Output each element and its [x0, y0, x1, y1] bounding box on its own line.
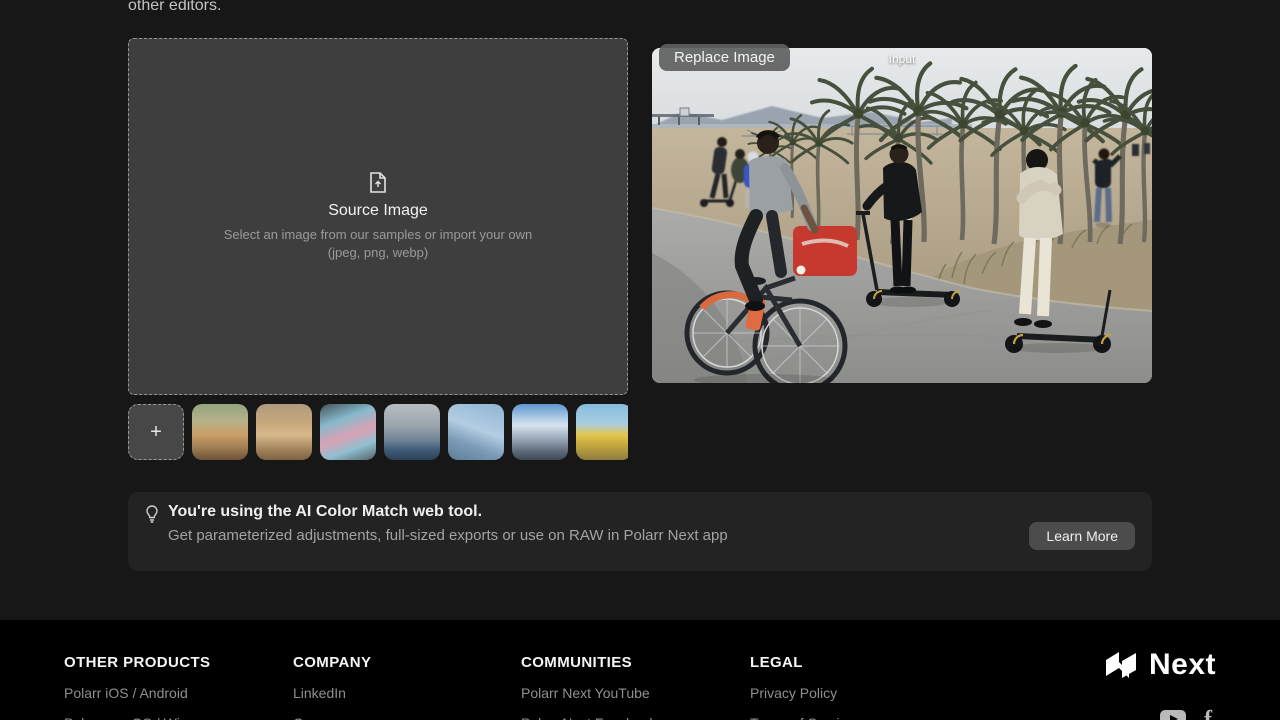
learn-more-button[interactable]: Learn More: [1029, 522, 1135, 550]
lightbulb-icon: [145, 505, 159, 523]
youtube-icon[interactable]: [1160, 710, 1186, 720]
footer-column-company: COMPANY LinkedIn Careers: [293, 654, 371, 720]
footer-column-legal: LEGAL Privacy Policy Terms of Service: [750, 654, 854, 720]
replace-image-button[interactable]: Replace Image: [659, 44, 790, 71]
footer-link-polarr-ios-android[interactable]: Polarr iOS / Android: [64, 685, 210, 701]
banner-title: You're using the AI Color Match web tool…: [168, 503, 482, 521]
sample-thumbnail-castle[interactable]: [512, 404, 568, 460]
footer-link-terms-of-service[interactable]: Terms of Service: [750, 715, 854, 720]
polarr-next-logo-mark: [1105, 651, 1139, 679]
source-image-dropzone[interactable]: Source Image Select an image from our sa…: [128, 38, 628, 395]
footer-header: OTHER PRODUCTS: [64, 654, 210, 671]
footer-column-other-products: OTHER PRODUCTS Polarr iOS / Android Pola…: [64, 654, 210, 720]
plus-icon: +: [150, 421, 162, 444]
facebook-icon[interactable]: f: [1204, 708, 1216, 720]
footer-column-communities: COMMUNITIES Polarr Next YouTube Polarr N…: [521, 654, 656, 720]
sample-thumbnail-street[interactable]: [256, 404, 312, 460]
footer-link-privacy-policy[interactable]: Privacy Policy: [750, 685, 854, 701]
sample-thumbnail-harbor[interactable]: [384, 404, 440, 460]
sample-thumbnail-strip: +: [128, 404, 628, 460]
source-image-subtitle: Select an image from our samples or impo…: [224, 226, 533, 262]
intro-text-fragment: other editors.: [128, 0, 221, 16]
input-photo: Input: [652, 48, 1152, 383]
file-upload-icon: [368, 172, 388, 194]
footer-link-polarr-macos-win[interactable]: Polarr macOS / Win: [64, 715, 210, 720]
footer-header: LEGAL: [750, 654, 854, 671]
polarr-next-logo-text: Next: [1149, 648, 1216, 682]
banner-subtitle: Get parameterized adjustments, full-size…: [168, 527, 728, 544]
sample-thumbnail-balloons[interactable]: [320, 404, 376, 460]
svg-text:f: f: [1204, 708, 1213, 720]
footer: OTHER PRODUCTS Polarr iOS / Android Pola…: [0, 620, 1280, 720]
footer-link-linkedin[interactable]: LinkedIn: [293, 685, 371, 701]
sample-thumbnail-flowers[interactable]: [448, 404, 504, 460]
input-image-section: Replace Image Input: [652, 48, 1152, 383]
promo-banner: You're using the AI Color Match web tool…: [128, 492, 1152, 571]
footer-link-polarr-next-youtube[interactable]: Polarr Next YouTube: [521, 685, 656, 701]
social-links: f: [1160, 708, 1216, 720]
footer-link-careers[interactable]: Careers: [293, 715, 371, 720]
sample-thumbnail-rodeo[interactable]: [192, 404, 248, 460]
footer-header: COMPANY: [293, 654, 371, 671]
sample-thumbnail-bridge[interactable]: [576, 404, 628, 460]
footer-header: COMMUNITIES: [521, 654, 656, 671]
source-image-title: Source Image: [328, 202, 428, 220]
polarr-next-logo[interactable]: Next: [1105, 648, 1216, 682]
input-photo-illustration: [652, 48, 1152, 383]
footer-link-polarr-next-facebook[interactable]: Polarr Next Facebook: [521, 715, 656, 720]
add-sample-button[interactable]: +: [128, 404, 184, 460]
